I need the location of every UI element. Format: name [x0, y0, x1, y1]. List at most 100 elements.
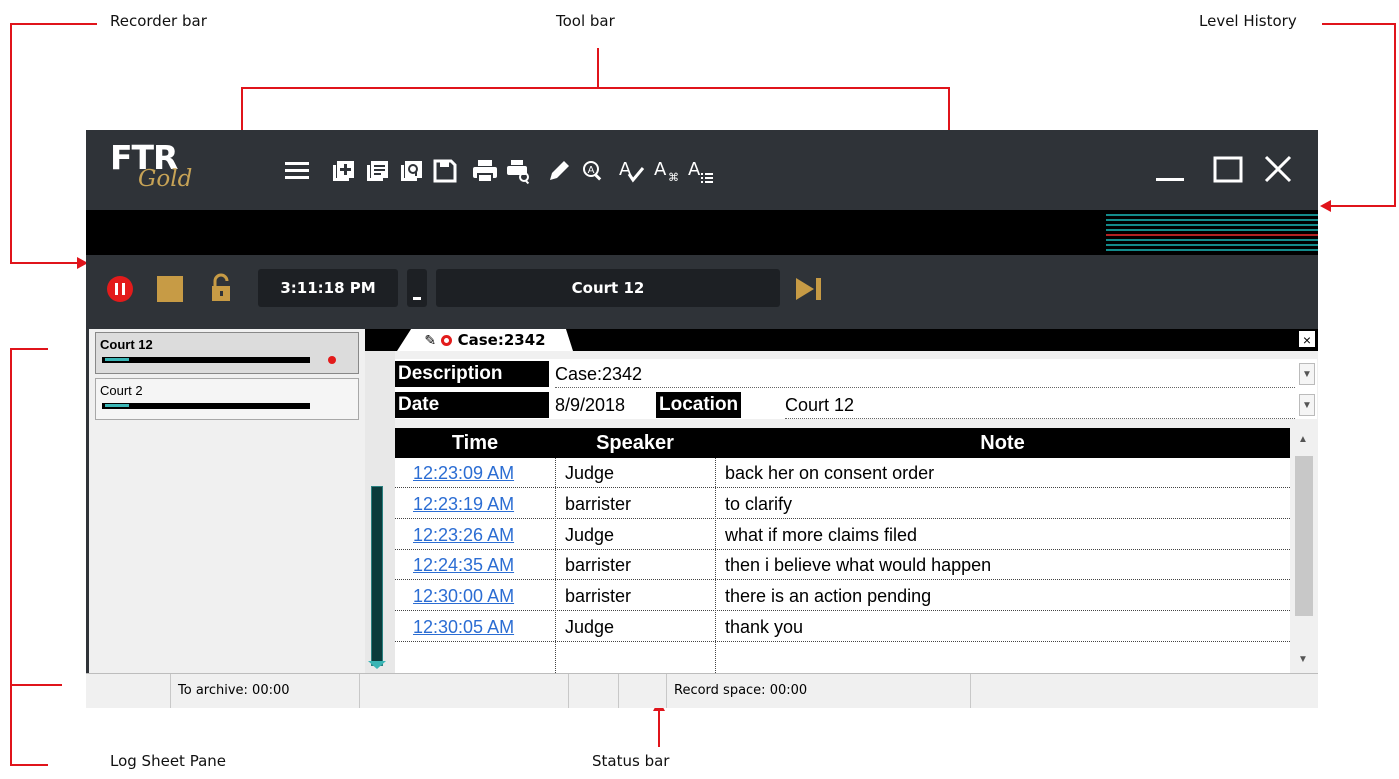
svg-text:A: A [688, 159, 701, 180]
close-tab-button[interactable]: × [1298, 330, 1316, 348]
time-link[interactable]: 12:23:19 AM [413, 489, 514, 519]
table-row[interactable]: 12:23:09 AM Judge back her on consent or… [395, 458, 1290, 488]
menu-icon[interactable] [282, 156, 312, 186]
recording-dot-icon [328, 356, 336, 364]
time-link[interactable]: 12:24:35 AM [413, 550, 514, 580]
recording-time: 3:11:18 PM [258, 269, 398, 307]
note-cell[interactable]: then i believe what would happen [725, 550, 991, 580]
scroll-up-icon[interactable]: ▲ [1298, 434, 1308, 445]
description-dropdown-icon[interactable]: ▼ [1299, 363, 1315, 385]
log-sheet-line-top [10, 348, 48, 350]
status-cell [568, 674, 619, 708]
spellcheck-icon[interactable]: A [616, 156, 646, 186]
note-cell[interactable]: to clarify [725, 489, 792, 519]
print-icon[interactable] [470, 156, 500, 186]
speaker-cell[interactable]: Judge [565, 520, 614, 550]
time-link[interactable]: 12:23:26 AM [413, 520, 514, 550]
room-name: Court 2 [100, 383, 143, 398]
level-history-line-vert [1394, 23, 1396, 206]
location-label: Location [656, 392, 742, 418]
log-sheet-line-mid [10, 684, 62, 686]
speaker-cell[interactable]: Judge [565, 612, 614, 642]
text-shortcut-icon[interactable]: A ⌘ [652, 156, 682, 186]
speaker-cell[interactable]: Judge [565, 458, 614, 488]
room-item[interactable]: Court 12 [95, 332, 359, 374]
note-cell[interactable]: there is an action pending [725, 581, 931, 611]
note-cell[interactable]: what if more claims filed [725, 520, 917, 550]
table-row[interactable]: 12:23:26 AM Judge what if more claims fi… [395, 520, 1290, 550]
location-dropdown-icon[interactable]: ▼ [1299, 394, 1315, 416]
recorder-bar-line-top [10, 23, 97, 25]
description-field[interactable]: Case:2342 [555, 361, 1295, 388]
playback-position-track[interactable] [371, 486, 383, 666]
maximize-icon[interactable] [1208, 148, 1248, 192]
edit-icon[interactable] [544, 156, 574, 186]
tool-bar-line-stem [597, 48, 599, 88]
court-selector[interactable]: Court 12 [436, 269, 780, 307]
pause-button[interactable] [107, 276, 133, 302]
minimize-icon[interactable] [1150, 148, 1190, 192]
column-header-note[interactable]: Note [715, 428, 1290, 458]
log-notes-table: Time Speaker Note 12:23:09 AM Judge back… [395, 428, 1290, 673]
case-details: Description Case:2342 ▼ Date 8/9/2018 Lo… [395, 359, 1317, 419]
annotation-tool-bar: Tool bar [556, 12, 615, 30]
note-cell[interactable]: thank you [725, 612, 803, 642]
channel-selector[interactable] [407, 269, 427, 307]
search-logsheet-icon[interactable] [396, 156, 426, 186]
recorder-bar-line-vert [10, 23, 12, 263]
speaker-cell[interactable]: barrister [565, 581, 631, 611]
level-history-arrow [1320, 200, 1331, 212]
room-name: Court 12 [100, 337, 153, 352]
annotation-level-history: Level History [1199, 12, 1297, 30]
description-label: Description [395, 361, 549, 387]
recorder-bar-line-bottom [10, 262, 78, 264]
date-label: Date [395, 392, 549, 418]
annotation-recorder-bar: Recorder bar [110, 12, 207, 30]
time-link[interactable]: 12:23:09 AM [413, 458, 514, 488]
notes-icon[interactable] [362, 156, 392, 186]
log-sheet-line-vert [10, 348, 12, 765]
playback-marker-icon [368, 661, 386, 669]
level-history-line-top [1322, 23, 1396, 25]
table-row[interactable]: 12:30:05 AM Judge thank you [395, 612, 1290, 642]
column-header-speaker[interactable]: Speaker [555, 428, 715, 458]
time-link[interactable]: 12:30:00 AM [413, 581, 514, 611]
column-divider [715, 458, 716, 673]
speaker-cell[interactable]: barrister [565, 489, 631, 519]
svg-text:⌘: ⌘ [668, 171, 679, 184]
note-cell[interactable]: back her on consent order [725, 458, 934, 488]
date-field[interactable]: 8/9/2018 [555, 392, 625, 418]
close-icon[interactable] [1258, 148, 1298, 192]
save-icon[interactable] [430, 156, 460, 186]
column-header-time[interactable]: Time [395, 428, 555, 458]
tab-label: Case:2342 [457, 331, 546, 349]
archive-status: To archive: 00:00 [170, 674, 360, 708]
annotation-status-bar: Status bar [592, 752, 670, 770]
location-field[interactable]: Court 12 [785, 392, 1295, 419]
search-icon[interactable]: A [578, 156, 608, 186]
scrollbar-thumb[interactable] [1295, 456, 1313, 616]
print-preview-icon[interactable] [504, 156, 534, 186]
table-scrollbar[interactable]: ▲ ▼ [1290, 428, 1317, 673]
stop-button[interactable] [157, 276, 183, 302]
speaker-cell[interactable]: barrister [565, 550, 631, 580]
log-sheet-line-bottom [10, 764, 48, 766]
record-status-icon [441, 335, 453, 346]
tool-bar: FTR Gold A A A ⌘ A [86, 130, 1318, 210]
table-row[interactable]: 12:24:35 AM barrister then i believe wha… [395, 550, 1290, 580]
tab-case[interactable]: ✎ Case:2342 [397, 329, 573, 351]
lock-icon[interactable] [208, 273, 234, 303]
time-link[interactable]: 12:30:05 AM [413, 612, 514, 642]
rooms-pane: Court 12 Court 2 [89, 329, 365, 673]
text-list-icon[interactable]: A [686, 156, 716, 186]
status-bar: To archive: 00:00 Record space: 00:00 [86, 673, 1318, 708]
table-row[interactable]: 12:23:19 AM barrister to clarify [395, 489, 1290, 519]
column-divider [555, 458, 556, 673]
skip-to-end-icon[interactable] [794, 276, 826, 307]
room-item[interactable]: Court 2 [95, 378, 359, 420]
scroll-down-icon[interactable]: ▼ [1298, 654, 1308, 665]
table-row[interactable]: 12:30:00 AM barrister there is an action… [395, 581, 1290, 611]
status-bar-line [658, 710, 660, 747]
new-logsheet-icon[interactable] [328, 156, 358, 186]
room-level-fill [105, 358, 129, 361]
